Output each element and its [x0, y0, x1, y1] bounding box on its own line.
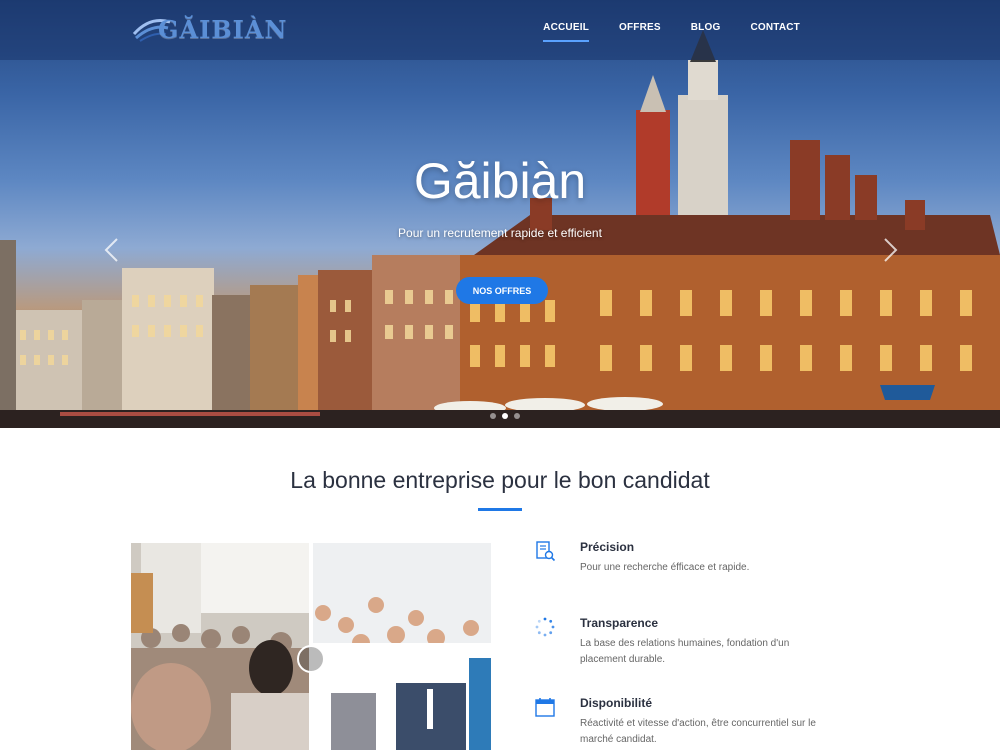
hero-title: Găibiàn	[413, 153, 587, 209]
logo-text: GĂIBIÀN	[158, 14, 288, 44]
section-title: La bonne entreprise pour le bon candidat	[290, 467, 710, 493]
document-search-icon	[536, 541, 556, 562]
slider-dot-active[interactable]	[502, 413, 508, 419]
hero-background-image	[0, 30, 1000, 428]
calendar-icon	[535, 698, 555, 717]
slider-next-arrow-icon[interactable]	[880, 236, 900, 264]
hero-slider: GĂIBIÀN ACCUEIL OFFRES BLOG CONTACT Găib…	[0, 0, 1000, 428]
slider-dots	[490, 413, 520, 419]
nos-offres-button[interactable]: NOS OFFRES	[456, 277, 548, 304]
slider-prev-arrow-icon[interactable]	[102, 236, 122, 264]
main-nav: ACCUEIL OFFRES BLOG CONTACT	[513, 22, 800, 42]
slider-dot[interactable]	[490, 413, 496, 419]
nav-link-offres[interactable]: OFFRES	[619, 22, 661, 42]
slider-dot[interactable]	[514, 413, 520, 419]
title-underline	[478, 508, 522, 511]
feature-title: Disponibilité	[580, 696, 652, 710]
spinner-icon	[535, 617, 555, 637]
feature-title: Transparence	[580, 616, 659, 630]
nav-link-blog[interactable]: BLOG	[691, 22, 721, 42]
feature-text: Réactivité et vitesse d'action, être con…	[580, 718, 816, 745]
nav-link-contact[interactable]: CONTACT	[750, 22, 800, 42]
compare-slider-handle[interactable]	[297, 645, 325, 673]
feature-title: Précision	[580, 540, 635, 554]
hero-subtitle: Pour un recrutement rapide et efficient	[398, 226, 602, 240]
feature-text: La base des relations humaines, fondatio…	[580, 638, 790, 665]
nav-link-accueil[interactable]: ACCUEIL	[543, 22, 589, 42]
brand-logo[interactable]: GĂIBIÀN	[132, 12, 287, 46]
feature-text: Pour une recherche éfficace et rapide.	[580, 562, 750, 573]
